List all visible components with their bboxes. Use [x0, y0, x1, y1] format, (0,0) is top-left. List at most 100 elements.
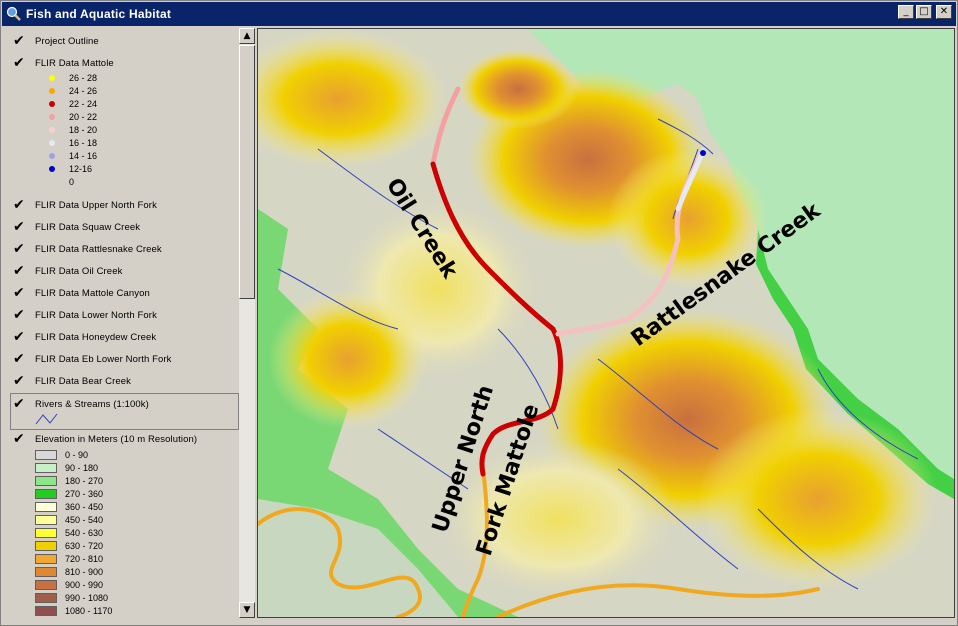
scroll-thumb[interactable] — [239, 45, 255, 299]
arrow-down-icon: ▼ — [243, 605, 251, 615]
layer-list: ✔ Project Outline ✔ FLIR Data Mattole 26… — [5, 28, 239, 618]
elevation-legend-item: 0 - 90 — [5, 448, 239, 461]
layer-name: FLIR Data Honeydew Creek — [35, 331, 157, 343]
legend-label: 90 - 180 — [65, 462, 99, 473]
legend-dot — [49, 152, 55, 159]
legend-label: 810 - 900 — [65, 566, 104, 577]
legend-label: 1080 - 1170 — [65, 605, 113, 616]
arrow-up-icon: ▲ — [243, 31, 251, 41]
layer-name: Elevation in Meters (10 m Resolution) — [35, 433, 198, 445]
legend-label: 0 - 90 — [65, 449, 89, 460]
scroll-up-button[interactable]: ▲ — [239, 28, 255, 44]
elevation-legend-item: 630 - 720 — [5, 539, 239, 552]
legend-item: 14 - 16 — [5, 150, 239, 161]
legend-label: 12-16 — [69, 163, 93, 174]
elevation-legend-item: 360 - 450 — [5, 500, 239, 513]
elevation-legend-item: 540 - 630 — [5, 526, 239, 539]
checkbox-checked-icon[interactable]: ✔ — [13, 286, 27, 300]
window-title: Fish and Aquatic Habitat — [26, 7, 172, 21]
layer-flir-mattole-canyon[interactable]: ✔ FLIR Data Mattole Canyon — [5, 283, 239, 303]
close-icon: ✕ — [939, 6, 949, 17]
legend-label: 360 - 450 — [65, 501, 104, 512]
legend-item: 12-16 — [5, 163, 239, 174]
layer-flir-upper-north-fork[interactable]: ✔ FLIR Data Upper North Fork — [5, 195, 239, 215]
elevation-legend-item: 450 - 540 — [5, 513, 239, 526]
layer-name: Rivers & Streams (1:100k) — [35, 398, 149, 410]
legend-swatch — [35, 514, 57, 525]
minimize-button[interactable]: _ — [898, 5, 914, 19]
legend-swatch — [35, 527, 57, 538]
legend-swatch — [35, 501, 57, 512]
legend-label: 26 - 28 — [69, 72, 98, 83]
checkbox-checked-icon[interactable]: ✔ — [13, 242, 27, 256]
checkbox-checked-icon[interactable]: ✔ — [13, 34, 27, 48]
legend-label: 270 - 360 — [65, 488, 104, 499]
layer-name: FLIR Data Eb Lower North Fork — [35, 353, 172, 365]
legend-label: 720 - 810 — [65, 553, 104, 564]
layer-flir-mattole[interactable]: ✔ FLIR Data Mattole — [5, 53, 239, 73]
legend-label: 540 - 630 — [65, 527, 104, 538]
map-view[interactable]: Oil Creek Rattlesnake Creek Upper North … — [257, 28, 955, 618]
close-button[interactable]: ✕ — [936, 5, 952, 19]
elevation-legend-item: 990 - 1080 — [5, 591, 239, 604]
maximize-icon: □ — [919, 6, 929, 17]
layer-flir-rattlesnake-creek[interactable]: ✔ FLIR Data Rattlesnake Creek — [5, 239, 239, 259]
checkbox-checked-icon[interactable]: ✔ — [13, 308, 27, 322]
scroll-down-button[interactable]: ▼ — [239, 602, 255, 618]
elevation-legend-item: 900 - 990 — [5, 578, 239, 591]
legend-dot — [49, 179, 55, 185]
layer-project-outline[interactable]: ✔ Project Outline — [5, 31, 239, 51]
minimize-icon: _ — [903, 6, 909, 17]
layer-flir-honeydew-creek[interactable]: ✔ FLIR Data Honeydew Creek — [5, 327, 239, 347]
terrain-peak — [458, 49, 578, 129]
layer-rivers-streams[interactable]: ✔ Rivers & Streams (1:100k) — [5, 394, 239, 414]
legend-dot — [49, 87, 55, 94]
layer-elevation[interactable]: ✔ Elevation in Meters (10 m Resolution) — [5, 429, 239, 449]
terrain-hill — [268, 289, 428, 429]
table-of-contents: ✔ Project Outline ✔ FLIR Data Mattole 26… — [5, 28, 255, 618]
app-window: Fish and Aquatic Habitat _ □ ✕ ✔ Project… — [0, 0, 958, 626]
layer-flir-lower-north-fork[interactable]: ✔ FLIR Data Lower North Fork — [5, 305, 239, 325]
layer-flir-eb-lower-north-fork[interactable]: ✔ FLIR Data Eb Lower North Fork — [5, 349, 239, 369]
terrain-map: Oil Creek Rattlesnake Creek Upper North … — [258, 29, 954, 617]
checkbox-checked-icon[interactable]: ✔ — [13, 56, 27, 70]
legend-swatch — [35, 475, 57, 486]
layer-flir-bear-creek[interactable]: ✔ FLIR Data Bear Creek — [5, 371, 239, 391]
legend-label: 0 — [69, 176, 75, 187]
legend-item: 22 - 24 — [5, 98, 239, 109]
checkbox-checked-icon[interactable]: ✔ — [13, 198, 27, 212]
legend-label: 22 - 24 — [69, 98, 98, 109]
stream-line-symbol-icon — [35, 413, 58, 425]
legend-dot — [49, 139, 55, 146]
layer-name: FLIR Data Mattole — [35, 57, 114, 69]
legend-label: 630 - 720 — [65, 540, 104, 551]
checkbox-checked-icon[interactable]: ✔ — [13, 330, 27, 344]
layer-name: Project Outline — [35, 35, 99, 47]
checkbox-checked-icon[interactable]: ✔ — [13, 220, 27, 234]
toc-scrollbar[interactable]: ▲ ▼ — [239, 28, 255, 618]
layer-flir-squaw-creek[interactable]: ✔ FLIR Data Squaw Creek — [5, 217, 239, 237]
layer-flir-oil-creek[interactable]: ✔ FLIR Data Oil Creek — [5, 261, 239, 281]
checkbox-checked-icon[interactable]: ✔ — [13, 397, 27, 411]
title-bar[interactable]: Fish and Aquatic Habitat _ □ ✕ — [2, 2, 956, 26]
elevation-legend-item: 180 - 270 — [5, 474, 239, 487]
legend-swatch — [35, 553, 57, 564]
checkbox-checked-icon[interactable]: ✔ — [13, 374, 27, 388]
elevation-legend-item: 1080 - 1170 — [5, 604, 239, 617]
legend-dot — [49, 113, 55, 120]
maximize-button[interactable]: □ — [916, 5, 932, 19]
legend-label: 450 - 540 — [65, 514, 104, 525]
legend-swatch — [35, 540, 57, 551]
legend-item: 16 - 18 — [5, 137, 239, 148]
legend-label: 900 - 990 — [65, 579, 104, 590]
legend-label: 20 - 22 — [69, 111, 98, 122]
legend-label: 24 - 26 — [69, 85, 98, 96]
elevation-legend-item: 90 - 180 — [5, 461, 239, 474]
layer-name: FLIR Data Mattole Canyon — [35, 287, 150, 299]
elevation-legend-item: 810 - 900 — [5, 565, 239, 578]
checkbox-checked-icon[interactable]: ✔ — [13, 264, 27, 278]
checkbox-checked-icon[interactable]: ✔ — [13, 352, 27, 366]
checkbox-checked-icon[interactable]: ✔ — [13, 432, 27, 446]
layer-name: FLIR Data Oil Creek — [35, 265, 123, 277]
layer-name: FLIR Data Squaw Creek — [35, 221, 141, 233]
